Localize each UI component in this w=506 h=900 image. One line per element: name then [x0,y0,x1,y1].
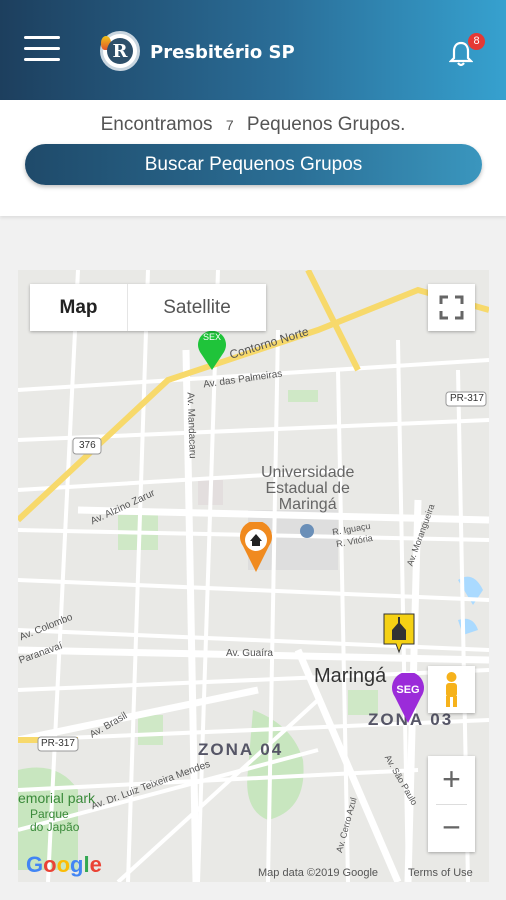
pegman-icon [446,672,457,707]
marker-seg-icon[interactable]: SEG [390,673,426,725]
label-city: Maringá [314,665,387,687]
app-title: Presbitério SP [150,42,295,63]
notification-badge: 8 [468,33,485,50]
zoom-out-button[interactable]: − [428,804,475,852]
map[interactable]: Universidade Estadual de Maringá Contorno … [18,270,489,882]
app-bar: R Presbitério SP 8 [0,0,506,100]
search-groups-button[interactable]: Buscar Pequenos Grupos [25,144,482,185]
results-suffix: Pequenos Grupos. [246,114,406,135]
map-type-map-button[interactable]: Map [30,284,128,331]
map-attribution: Map data ©2019 Google [258,867,379,879]
label-zona04: ZONA 04 [198,740,284,759]
fullscreen-icon [439,295,464,320]
fullscreen-button[interactable] [428,284,475,331]
map-type-control: Map Satellite [30,284,266,331]
logo: R [100,31,140,71]
terms-link[interactable]: Terms of Use [408,867,473,879]
svg-text:SEG: SEG [396,684,419,696]
church-icon[interactable] [382,612,416,654]
results-card: Encontramos 7 Pequenos Grupos. Buscar Pe… [0,100,506,216]
label-guaira: Av. Guaíra [226,648,273,659]
label-memorial: emorial park [18,790,96,806]
zoom-control: + − [428,756,475,852]
results-summary: Encontramos 7 Pequenos Grupos. [0,114,506,136]
label-parque: Parque do Japão [30,807,80,834]
map-type-satellite-button[interactable]: Satellite [128,284,266,331]
marker-sex-icon[interactable]: SEX [194,328,230,372]
label-mandacaru: Av. Mandacaru [184,392,198,459]
svg-text:SEX: SEX [203,332,221,342]
label-pr317-right: PR-317 [450,393,484,404]
marker-home-icon[interactable] [238,522,274,574]
menu-icon[interactable] [24,36,60,64]
results-count: 7 [225,117,234,133]
label-pr317-left: PR-317 [41,738,75,749]
street-view-button[interactable] [428,666,475,713]
zoom-in-button[interactable]: + [428,756,475,804]
results-prefix: Encontramos [100,114,213,135]
label-university: Universidade Estadual de Maringá [261,464,355,513]
google-logo: Google [26,852,102,877]
label-route-376: 376 [79,440,96,451]
